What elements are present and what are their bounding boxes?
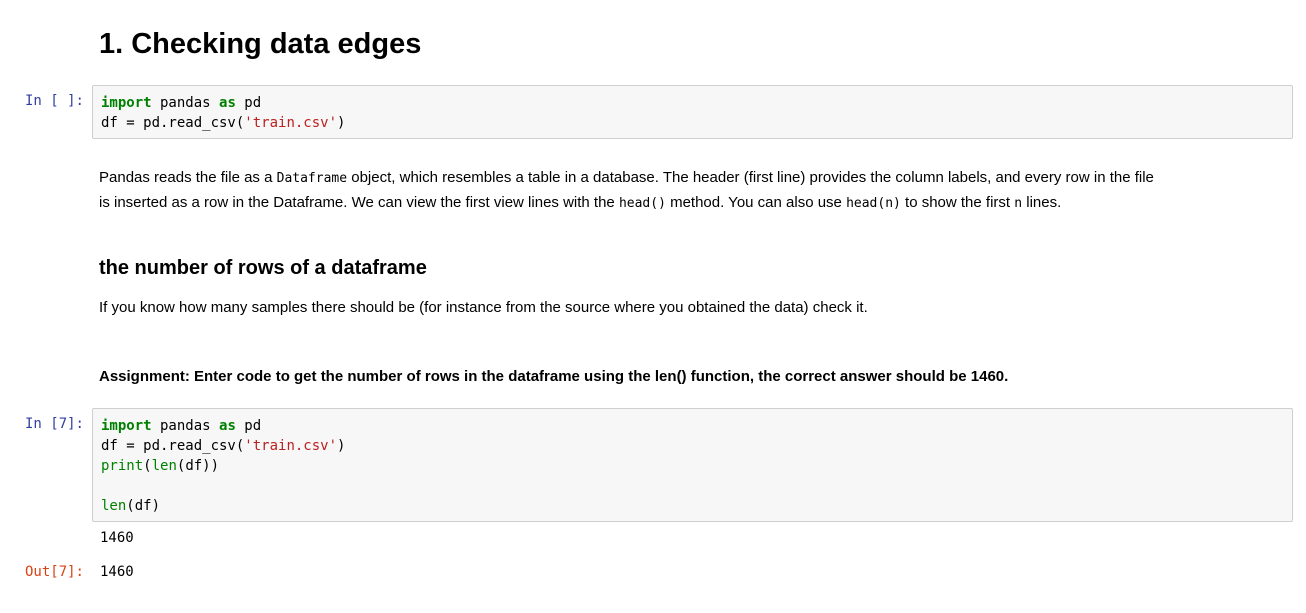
code-line: df = pd.read_csv('train.csv'): [101, 115, 346, 131]
code-line: print(len(df)): [101, 458, 220, 474]
cell-output-prompt: Out[7]:: [24, 564, 84, 580]
code-line: len(df): [101, 498, 161, 514]
code-line: import pandas as pd: [101, 418, 262, 434]
code-line: df = pd.read_csv('train.csv'): [101, 438, 346, 454]
assignment-text: Assignment: Enter code to get the number…: [99, 368, 1009, 385]
code-line: import pandas as pd: [101, 95, 262, 111]
code-cell-editor[interactable]: import pandas as pd df = pd.read_csv('tr…: [92, 85, 1293, 139]
code-cell-editor[interactable]: import pandas as pd df = pd.read_csv('tr…: [92, 408, 1293, 522]
cell-stdout: 1460: [100, 530, 134, 546]
cell-input-prompt: In [ ]:: [24, 93, 84, 109]
subsection-heading: the number of rows of a dataframe: [99, 257, 427, 279]
section-heading: 1. Checking data edges: [99, 28, 422, 60]
cell-output-value: 1460: [100, 564, 134, 580]
cell-input-prompt: In [7]:: [24, 416, 84, 432]
markdown-paragraph: If you know how many samples there shoul…: [99, 299, 868, 316]
markdown-paragraph: Pandas reads the file as a Dataframe obj…: [99, 169, 1154, 211]
